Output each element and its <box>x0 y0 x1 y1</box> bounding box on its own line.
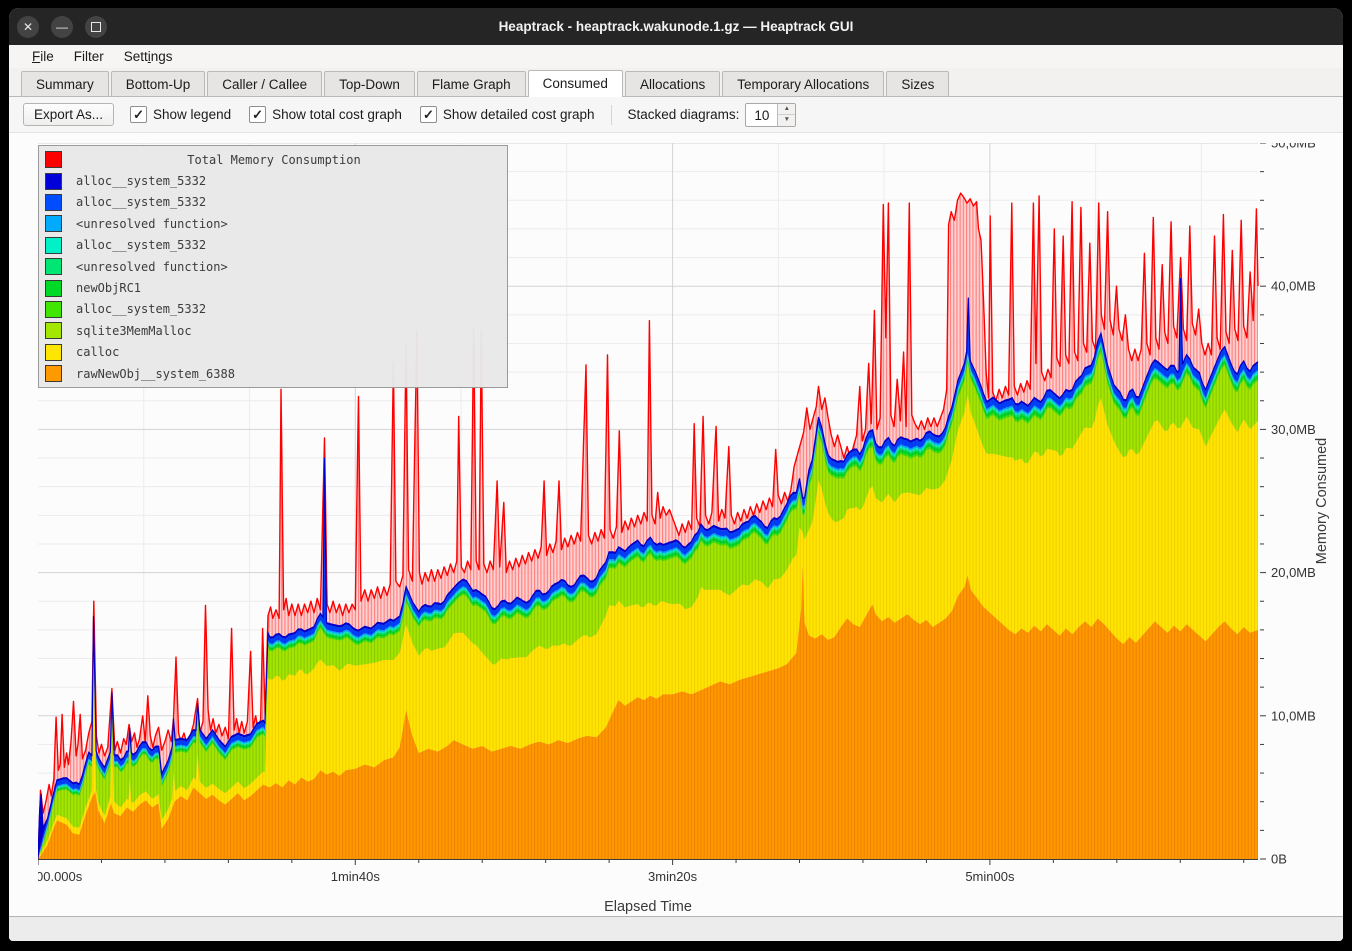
legend-swatch-icon <box>45 215 62 232</box>
menu-filter[interactable]: Filter <box>64 47 114 66</box>
legend-label: alloc__system_5332 <box>76 174 206 188</box>
svg-text:20,0MB: 20,0MB <box>1271 565 1316 580</box>
tab-temporary-allocations[interactable]: Temporary Allocations <box>722 71 884 96</box>
chart-legend: Total Memory Consumption alloc__system_53… <box>38 145 508 388</box>
checkmark-icon: ✓ <box>249 106 266 123</box>
svg-text:5min00s: 5min00s <box>965 869 1015 884</box>
svg-text:0B: 0B <box>1271 852 1287 867</box>
legend-item: rawNewObj__system_6388 <box>39 363 507 384</box>
legend-item: <unresolved function> <box>39 213 507 234</box>
checkbox-show-detailed-cost-graph[interactable]: ✓ Show detailed cost graph <box>420 106 595 123</box>
legend-item: calloc <box>39 342 507 363</box>
legend-item: alloc__system_5332 <box>39 192 507 213</box>
close-icon: ✕ <box>23 21 33 33</box>
legend-label: <unresolved function> <box>76 260 228 274</box>
tab-bottom-up[interactable]: Bottom-Up <box>111 71 206 96</box>
checkbox-label: Show detailed cost graph <box>443 107 595 122</box>
legend-label: alloc__system_5332 <box>76 195 206 209</box>
legend-item: alloc__system_5332 <box>39 235 507 256</box>
chart-area: 00.000s 1min40s 3min20s 5min00s 0B 10,0MB 20,0… <box>9 133 1343 916</box>
checkbox-show-total-cost-graph[interactable]: ✓ Show total cost graph <box>249 106 402 123</box>
tab-flame-graph[interactable]: Flame Graph <box>417 71 526 96</box>
tab-summary[interactable]: Summary <box>21 71 109 96</box>
legend-swatch-icon <box>45 194 62 211</box>
tabbar: SummaryBottom-UpCaller / CalleeTop-DownF… <box>9 68 1343 97</box>
legend-swatch-icon <box>45 301 62 318</box>
x-axis-title: Elapsed Time <box>604 899 692 915</box>
legend-item: Total Memory Consumption <box>39 149 507 170</box>
svg-text:30,0MB: 30,0MB <box>1271 422 1316 437</box>
minimize-button[interactable]: — <box>51 16 73 38</box>
close-button[interactable]: ✕ <box>17 16 39 38</box>
legend-label: rawNewObj__system_6388 <box>76 367 235 381</box>
legend-label: alloc__system_5332 <box>76 238 206 252</box>
checkbox-label: Show total cost graph <box>272 107 402 122</box>
svg-text:50,0MB: 50,0MB <box>1271 143 1316 151</box>
legend-label: alloc__system_5332 <box>76 302 206 316</box>
y-axis-title: Memory Consumed <box>1314 438 1330 565</box>
svg-text:1min40s: 1min40s <box>331 869 381 884</box>
svg-text:10,0MB: 10,0MB <box>1271 708 1316 723</box>
menu-file[interactable]: File <box>22 47 64 66</box>
stacked-diagrams-label: Stacked diagrams: <box>628 107 740 122</box>
menubar: FileFilterSettings <box>9 45 1343 68</box>
tab-allocations[interactable]: Allocations <box>625 71 720 96</box>
legend-swatch-icon <box>45 344 62 361</box>
maximize-icon <box>91 22 101 32</box>
checkmark-icon: ✓ <box>130 106 147 123</box>
minimize-icon: — <box>56 21 68 33</box>
tab-sizes[interactable]: Sizes <box>886 71 949 96</box>
stacked-diagrams-value: 10 <box>746 104 777 126</box>
toolbar-separator <box>611 105 612 125</box>
legend-item: newObjRC1 <box>39 277 507 298</box>
checkbox-show-legend[interactable]: ✓ Show legend <box>130 106 231 123</box>
legend-item: sqlite3MemMalloc <box>39 320 507 341</box>
legend-item: alloc__system_5332 <box>39 170 507 191</box>
toolbar: Export As... ✓ Show legend ✓ Show total cos… <box>9 97 1343 133</box>
desktop-background: ✕— Heaptrack - heaptrack.wakunode.1.gz —… <box>0 0 1352 951</box>
svg-text:00.000s: 00.000s <box>38 869 83 884</box>
tab-caller-callee[interactable]: Caller / Callee <box>207 71 322 96</box>
legend-label: newObjRC1 <box>76 281 141 295</box>
maximize-button[interactable] <box>85 16 107 38</box>
spin-up-icon[interactable]: ▲ <box>778 104 795 116</box>
legend-swatch-icon <box>45 151 62 168</box>
heaptrack-window: ✕— Heaptrack - heaptrack.wakunode.1.gz —… <box>9 8 1343 941</box>
window-controls: ✕— <box>17 16 107 38</box>
legend-swatch-icon <box>45 280 62 297</box>
svg-text:3min20s: 3min20s <box>648 869 698 884</box>
legend-label: sqlite3MemMalloc <box>76 324 192 338</box>
legend-item: <unresolved function> <box>39 256 507 277</box>
legend-label: <unresolved function> <box>76 217 228 231</box>
legend-swatch-icon <box>45 258 62 275</box>
tab-consumed[interactable]: Consumed <box>528 70 623 97</box>
export-as-button[interactable]: Export As... <box>23 103 114 126</box>
legend-swatch-icon <box>45 322 62 339</box>
statusbar <box>9 916 1343 941</box>
legend-item: alloc__system_5332 <box>39 299 507 320</box>
checkmark-icon: ✓ <box>420 106 437 123</box>
tab-top-down[interactable]: Top-Down <box>324 71 415 96</box>
legend-swatch-icon <box>45 173 62 190</box>
legend-swatch-icon <box>45 365 62 382</box>
legend-swatch-icon <box>45 237 62 254</box>
titlebar: ✕— Heaptrack - heaptrack.wakunode.1.gz —… <box>9 8 1343 45</box>
legend-label: calloc <box>76 345 119 359</box>
stacked-diagrams-stepper[interactable]: 10 ▲ ▼ <box>745 103 796 127</box>
legend-label: Total Memory Consumption <box>76 153 472 167</box>
window-title: Heaptrack - heaptrack.wakunode.1.gz — He… <box>9 19 1343 34</box>
spin-down-icon[interactable]: ▼ <box>778 115 795 126</box>
checkbox-label: Show legend <box>153 107 231 122</box>
menu-settings[interactable]: Settings <box>114 47 183 66</box>
svg-text:40,0MB: 40,0MB <box>1271 279 1316 294</box>
